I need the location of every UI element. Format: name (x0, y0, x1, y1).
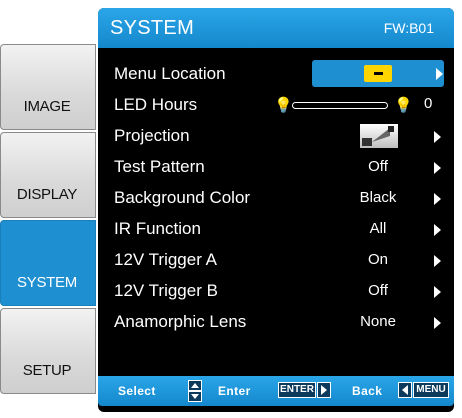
menu-item-label: LED Hours (114, 95, 198, 114)
tab-setup-label: SETUP (22, 362, 72, 379)
right-arrow-icon[interactable] (434, 224, 441, 236)
menu-item-value: Black (359, 189, 397, 206)
menu-item-value: Off (368, 158, 388, 175)
help-select-label: Select (118, 384, 156, 398)
up-down-keys-icon (188, 380, 202, 402)
tab-image[interactable]: IMAGE (0, 44, 96, 130)
tab-system[interactable]: SYSTEM (0, 220, 96, 306)
tab-display[interactable]: DISPLAY (0, 132, 96, 218)
menu-item-anamorphic-lens[interactable]: Anamorphic Lens None (98, 308, 454, 339)
menu-item-background-color[interactable]: Background Color Black (98, 184, 454, 215)
right-arrow-icon[interactable] (434, 193, 441, 205)
firmware-version: FW:B01 (383, 20, 434, 36)
help-back-label: Back (352, 384, 383, 398)
menu-key: MENU (413, 382, 449, 398)
title-bar: SYSTEM FW:B01 (98, 8, 454, 48)
menu-item-value: Off (368, 282, 388, 299)
right-arrow-icon[interactable] (434, 286, 441, 298)
bulb-dim-icon: 💡 (274, 97, 293, 114)
menu-item-led-hours: LED Hours 💡 💡 0 (98, 91, 454, 122)
help-bar: Select Enter ENTER Back MENU (98, 376, 454, 406)
osd-panel: SYSTEM FW:B01 Menu Location LED Hours 💡 … (98, 8, 454, 412)
tab-setup[interactable]: SETUP (0, 308, 96, 394)
menu-item-label: Background Color (114, 188, 251, 207)
right-arrow-icon[interactable] (434, 255, 441, 267)
category-tabs: IMAGE DISPLAY SYSTEM SETUP (0, 44, 96, 396)
tab-display-label: DISPLAY (16, 186, 78, 203)
menu-item-ir-function[interactable]: IR Function All (98, 215, 454, 246)
menu-item-12v-trigger-a[interactable]: 12V Trigger A On (98, 246, 454, 277)
menu-item-menu-location[interactable]: Menu Location (98, 60, 454, 91)
menu-item-label: Menu Location (114, 64, 226, 83)
page-title: SYSTEM (110, 17, 195, 39)
menu-item-label: 12V Trigger A (114, 250, 218, 269)
menu-item-label: IR Function (114, 219, 201, 238)
menu-item-label: Projection (114, 126, 190, 145)
enter-key: ENTER (278, 382, 316, 398)
menu-item-label: Test Pattern (114, 157, 205, 176)
menu-item-value: All (369, 220, 387, 237)
led-hours-value: 0 (424, 95, 433, 112)
menu-item-label: 12V Trigger B (114, 281, 218, 300)
tab-system-label: SYSTEM (17, 274, 77, 291)
menu-item-projection[interactable]: Projection (98, 122, 454, 153)
menu-item-label: Anamorphic Lens (114, 312, 247, 331)
menu-list: Menu Location LED Hours 💡 💡 0 Projection (98, 60, 454, 339)
right-arrow-icon[interactable] (434, 162, 441, 174)
bulb-bright-icon: 💡 (394, 97, 413, 114)
right-arrow-icon[interactable] (434, 317, 441, 329)
right-arrow-icon[interactable] (436, 68, 443, 80)
menu-location-selector[interactable] (312, 60, 444, 87)
right-arrow-icon[interactable] (434, 131, 441, 143)
help-enter-label: Enter (218, 384, 251, 398)
menu-item-value: On (367, 251, 388, 268)
tab-image-label: IMAGE (23, 98, 71, 115)
menu-position-icon (364, 65, 392, 82)
projection-mode-icon (360, 124, 398, 148)
menu-item-value: None (360, 313, 396, 330)
back-arrow-icon (398, 382, 412, 398)
menu-item-12v-trigger-b[interactable]: 12V Trigger B Off (98, 277, 454, 308)
enter-arrow-icon (317, 382, 331, 398)
led-hours-bar (292, 102, 388, 109)
menu-item-test-pattern[interactable]: Test Pattern Off (98, 153, 454, 184)
